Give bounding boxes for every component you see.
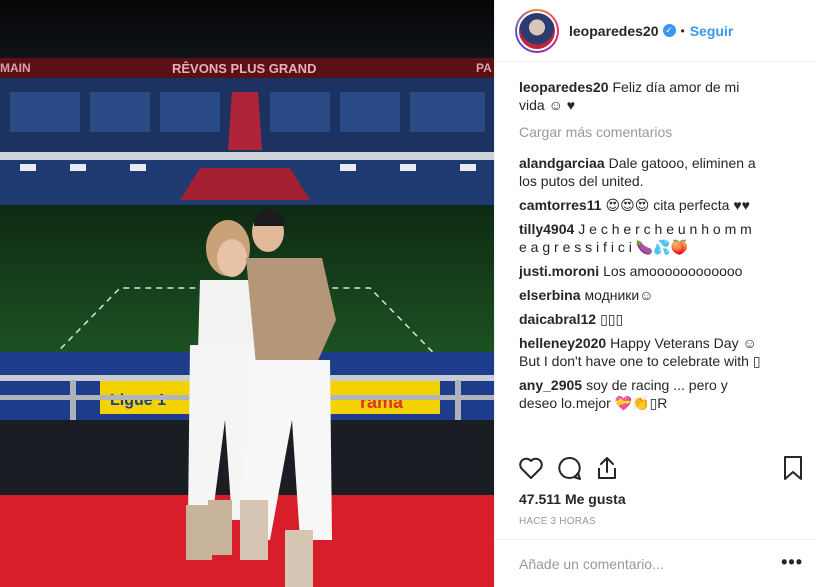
comment-text: ▯▯▯ bbox=[600, 311, 624, 327]
header-username[interactable]: leoparedes20 bbox=[569, 23, 659, 39]
add-comment-input[interactable] bbox=[519, 554, 769, 574]
verified-badge-icon: ✓ bbox=[662, 24, 676, 37]
avatar-image[interactable] bbox=[517, 10, 557, 51]
comment-row: camtorres11 😍😍😍 cita perfecta ♥♥ bbox=[519, 196, 791, 214]
avatar[interactable] bbox=[515, 8, 559, 53]
banner-text: RÊVONS PLUS GRAND bbox=[172, 61, 316, 76]
likes-count[interactable]: 47.511 Me gusta bbox=[519, 491, 626, 507]
comment-username[interactable]: alandgarciaa bbox=[519, 155, 605, 171]
post-photo[interactable]: MAIN RÊVONS PLUS GRAND PA Ligue 1 rama bbox=[0, 0, 494, 587]
comment-text: Los amoooooooooooo bbox=[603, 263, 743, 279]
add-comment-bar: ••• bbox=[495, 539, 816, 587]
post-timestamp[interactable]: HACE 3 HORAS bbox=[519, 516, 596, 527]
comment-text: 😍😍😍 cita perfecta ♥♥ bbox=[605, 197, 750, 213]
action-bar bbox=[517, 454, 807, 488]
comment-row: tilly4904 J e c h e r c h e u n h o m m e… bbox=[519, 220, 791, 256]
man-figure bbox=[240, 209, 336, 587]
save-bookmark-icon[interactable] bbox=[779, 454, 807, 482]
comment-username[interactable]: camtorres11 bbox=[519, 197, 602, 213]
header-separator: • bbox=[680, 23, 685, 38]
comment-bubble-icon[interactable] bbox=[555, 454, 583, 482]
banner-right: PA bbox=[476, 61, 492, 75]
comment-items: alandgarciaa Dale gatooo, eliminen a los … bbox=[519, 154, 791, 412]
comment-row: elserbina модники☺ bbox=[519, 286, 791, 304]
more-options-icon[interactable]: ••• bbox=[781, 552, 803, 573]
comment-username[interactable]: elserbina bbox=[519, 287, 580, 303]
comment-username[interactable]: tilly4904 bbox=[519, 221, 574, 237]
ad-left-text: Ligue 1 bbox=[110, 392, 166, 409]
comment-text: модники☺ bbox=[584, 287, 654, 303]
comment-username[interactable]: helleney2020 bbox=[519, 335, 606, 351]
comment-row: daicabral12 ▯▯▯ bbox=[519, 310, 791, 328]
caption-username[interactable]: leoparedes20 bbox=[519, 79, 609, 95]
comment-row: any_2905 soy de racing ... pero y deseo l… bbox=[519, 376, 791, 412]
comment-row: alandgarciaa Dale gatooo, eliminen a los … bbox=[519, 154, 791, 190]
load-more-comments-button[interactable]: Cargar más comentarios bbox=[519, 124, 791, 140]
banner-left: MAIN bbox=[0, 61, 31, 75]
follow-button[interactable]: Seguir bbox=[690, 23, 734, 39]
comment-row: helleney2020 Happy Veterans Day ☺ But I d… bbox=[519, 334, 791, 370]
comment-username[interactable]: any_2905 bbox=[519, 377, 582, 393]
share-icon[interactable] bbox=[593, 454, 621, 482]
comment-username[interactable]: daicabral12 bbox=[519, 311, 596, 327]
comment-row: justi.moroni Los amoooooooooooo bbox=[519, 262, 791, 280]
stadium-photo: MAIN RÊVONS PLUS GRAND PA Ligue 1 rama bbox=[0, 0, 494, 587]
post-header: leoparedes20 ✓ • Seguir bbox=[495, 0, 816, 62]
post-sidebar: leoparedes20 ✓ • Seguir leoparedes20 Feli… bbox=[494, 0, 816, 587]
comments-list[interactable]: leoparedes20 Feliz día amor de mi vida ☺ … bbox=[519, 78, 791, 450]
caption: leoparedes20 Feliz día amor de mi vida ☺ … bbox=[519, 78, 791, 114]
like-heart-icon[interactable] bbox=[517, 454, 545, 482]
comment-username[interactable]: justi.moroni bbox=[519, 263, 599, 279]
